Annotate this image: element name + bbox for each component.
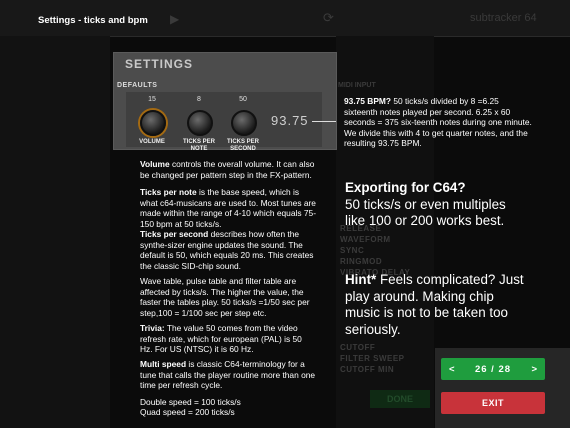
help-export: Exporting for C64? 50 ticks/s or even mul… [345, 180, 506, 228]
midi-input-label: MIDI INPUT [338, 82, 376, 89]
ticks-per-note-label: TICKS PER NOTE [182, 139, 215, 152]
background-left-panel [0, 36, 110, 428]
refresh-icon: ⟳ [323, 10, 334, 25]
volume-knob[interactable] [140, 110, 166, 136]
volume-value: 15 [148, 96, 156, 103]
help-quad-speed: Quad speed = 200 ticks/s [140, 407, 235, 417]
ticks-per-note-value: 8 [197, 96, 201, 103]
page-indicator: 26 / 28 [474, 363, 512, 375]
help-double-speed: Double speed = 100 ticks/s [140, 397, 241, 407]
bg-row-ringmod: RINGMOD [340, 257, 383, 266]
help-volume: Volume controls the overall volume. It c… [140, 159, 315, 180]
bpm-leader-line [312, 121, 336, 122]
ticks-per-second-value: 50 [239, 96, 247, 103]
help-bpm: 93.75 BPM? 50 ticks/s divided by 8 =6.25… [344, 96, 532, 149]
bg-row-sync: SYNC [340, 246, 365, 255]
help-hint: Hint* Feels complicated? Just play aroun… [345, 272, 524, 337]
ticks-per-note-knob[interactable] [187, 110, 213, 136]
help-ticks-per-second: Ticks per second describes how often the… [140, 229, 314, 271]
settings-title: SETTINGS [125, 57, 194, 71]
prev-page-arrow[interactable]: < [449, 364, 455, 375]
exit-button[interactable]: EXIT [441, 392, 545, 414]
next-page-arrow[interactable]: > [531, 364, 537, 375]
bg-row-waveform: WAVEFORM [340, 235, 391, 244]
background-app-name: subtracker 64 [470, 12, 537, 24]
defaults-label: DEFAULTS [117, 82, 158, 89]
bpm-display: 93.75 [271, 113, 309, 128]
page-nav-button[interactable]: < 26 / 28 > [441, 358, 545, 380]
overlay-title: Settings - ticks and bpm [38, 15, 148, 26]
help-multi-speed: Multi speed is classic C64-terminology f… [140, 359, 316, 391]
ticks-per-second-label: TICKS PER SECOND [226, 139, 259, 152]
play-icon: ▶ [170, 12, 180, 26]
background-done-button: DONE [370, 390, 430, 408]
help-tables: Wave table, pulse table and filter table… [140, 276, 310, 318]
help-trivia: Trivia: The value 50 comes from the vide… [140, 323, 302, 355]
help-ticks-per-note: Ticks per note is the base speed, which … [140, 187, 316, 229]
ticks-per-second-knob[interactable] [231, 110, 257, 136]
volume-label: VOLUME [139, 139, 165, 145]
